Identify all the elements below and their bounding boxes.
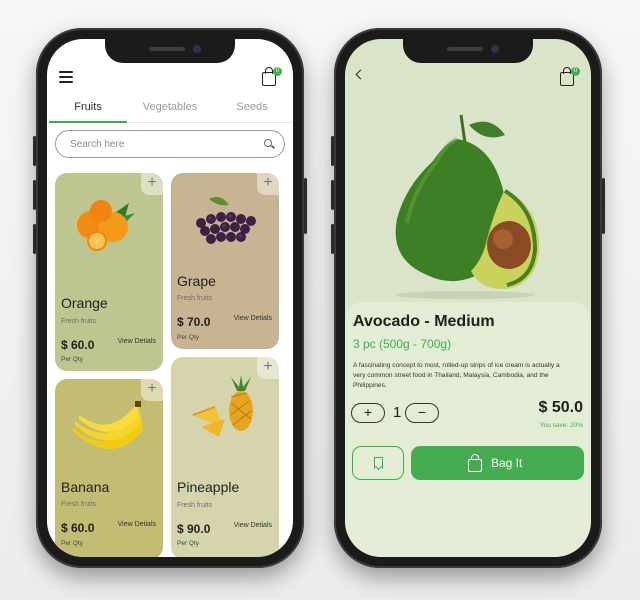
banana-image — [73, 401, 143, 450]
savings-label: You save: 20% — [539, 422, 583, 429]
product-category: Fresh fruits — [177, 502, 213, 509]
tab-vegetables[interactable]: Vegetables — [129, 101, 211, 122]
view-details-link[interactable]: View Detials — [234, 522, 272, 529]
product-category: Fresh fruits — [61, 501, 97, 508]
quantity-increase-button[interactable]: + — [351, 403, 385, 423]
notch — [105, 39, 235, 63]
cart-count-badge: 0 — [571, 67, 580, 76]
price-unit: Per Qty — [177, 540, 200, 547]
cart-bag-icon[interactable]: 0 — [261, 67, 282, 87]
orange-image — [77, 200, 135, 251]
product-price: $ 90.0 — [177, 522, 211, 536]
product-card-pineapple[interactable]: + Pineapple Fresh fruits $ 90.0 View Det… — [171, 357, 279, 557]
bookmark-icon — [374, 457, 383, 469]
product-card-grape[interactable]: + Grape Fresh fruits $ 70.0 View Detials… — [171, 173, 279, 349]
product-name: Banana — [61, 479, 110, 495]
price-unit: Per Qty — [61, 356, 84, 363]
catalog-screen: 0 Fruits Vegetables Seeds + Oran — [47, 39, 293, 557]
shopping-bag-icon — [468, 454, 482, 472]
detail-screen: 0 Avocado - Medium 3 pc (500g - 700g) A … — [345, 39, 591, 557]
product-category: Fresh fruits — [177, 295, 213, 302]
quantity-value: 1 — [393, 404, 402, 421]
product-description: A fascinating concept to most, rolled-up… — [353, 362, 560, 389]
avocado-image — [395, 114, 540, 299]
product-price: $ 70.0 — [177, 315, 211, 329]
back-arrow-icon[interactable] — [355, 69, 365, 81]
product-category: Fresh fruits — [61, 318, 97, 325]
bookmark-button[interactable] — [352, 446, 404, 480]
tab-fruits[interactable]: Fruits — [47, 101, 129, 123]
price-unit: Per Qty — [61, 540, 84, 547]
tab-seeds[interactable]: Seeds — [211, 101, 293, 122]
cart-count-badge: 0 — [273, 67, 282, 76]
phone-catalog: 0 Fruits Vegetables Seeds + Oran — [33, 28, 307, 568]
view-details-link[interactable]: View Detials — [118, 338, 156, 345]
search-icon[interactable] — [264, 139, 275, 149]
price-unit: Per Qty — [177, 334, 200, 341]
cart-bag-icon[interactable]: 0 — [559, 67, 580, 87]
search-input[interactable] — [70, 136, 240, 152]
product-card-orange[interactable]: + Orange Fresh fruits $ 60.0 View Detial… — [55, 173, 163, 371]
phone-detail: 0 Avocado - Medium 3 pc (500g - 700g) A … — [331, 28, 605, 568]
bag-it-button[interactable]: Bag It — [411, 446, 584, 480]
product-name: Grape — [177, 273, 216, 289]
grape-image — [196, 197, 256, 244]
total-price: $ 50.0 — [538, 399, 583, 416]
notch — [403, 39, 533, 63]
product-title: Avocado - Medium — [353, 313, 495, 330]
product-price: $ 60.0 — [61, 338, 95, 352]
view-details-link[interactable]: View Detials — [234, 315, 272, 322]
search-bar — [55, 130, 285, 158]
product-price: $ 60.0 — [61, 521, 95, 535]
hamburger-menu-icon[interactable] — [59, 71, 73, 83]
product-card-banana[interactable]: + Banana Fresh fruits $ 60.0 View Detial… — [55, 379, 163, 557]
product-weight: 3 pc (500g - 700g) — [353, 337, 452, 351]
quantity-decrease-button[interactable]: − — [405, 403, 439, 423]
product-name: Orange — [61, 295, 108, 311]
bag-it-label: Bag It — [491, 456, 523, 470]
view-details-link[interactable]: View Detials — [118, 521, 156, 528]
product-name: Pineapple — [177, 479, 240, 495]
pineapple-image — [191, 375, 253, 437]
category-tabs: Fruits Vegetables Seeds — [47, 101, 293, 123]
